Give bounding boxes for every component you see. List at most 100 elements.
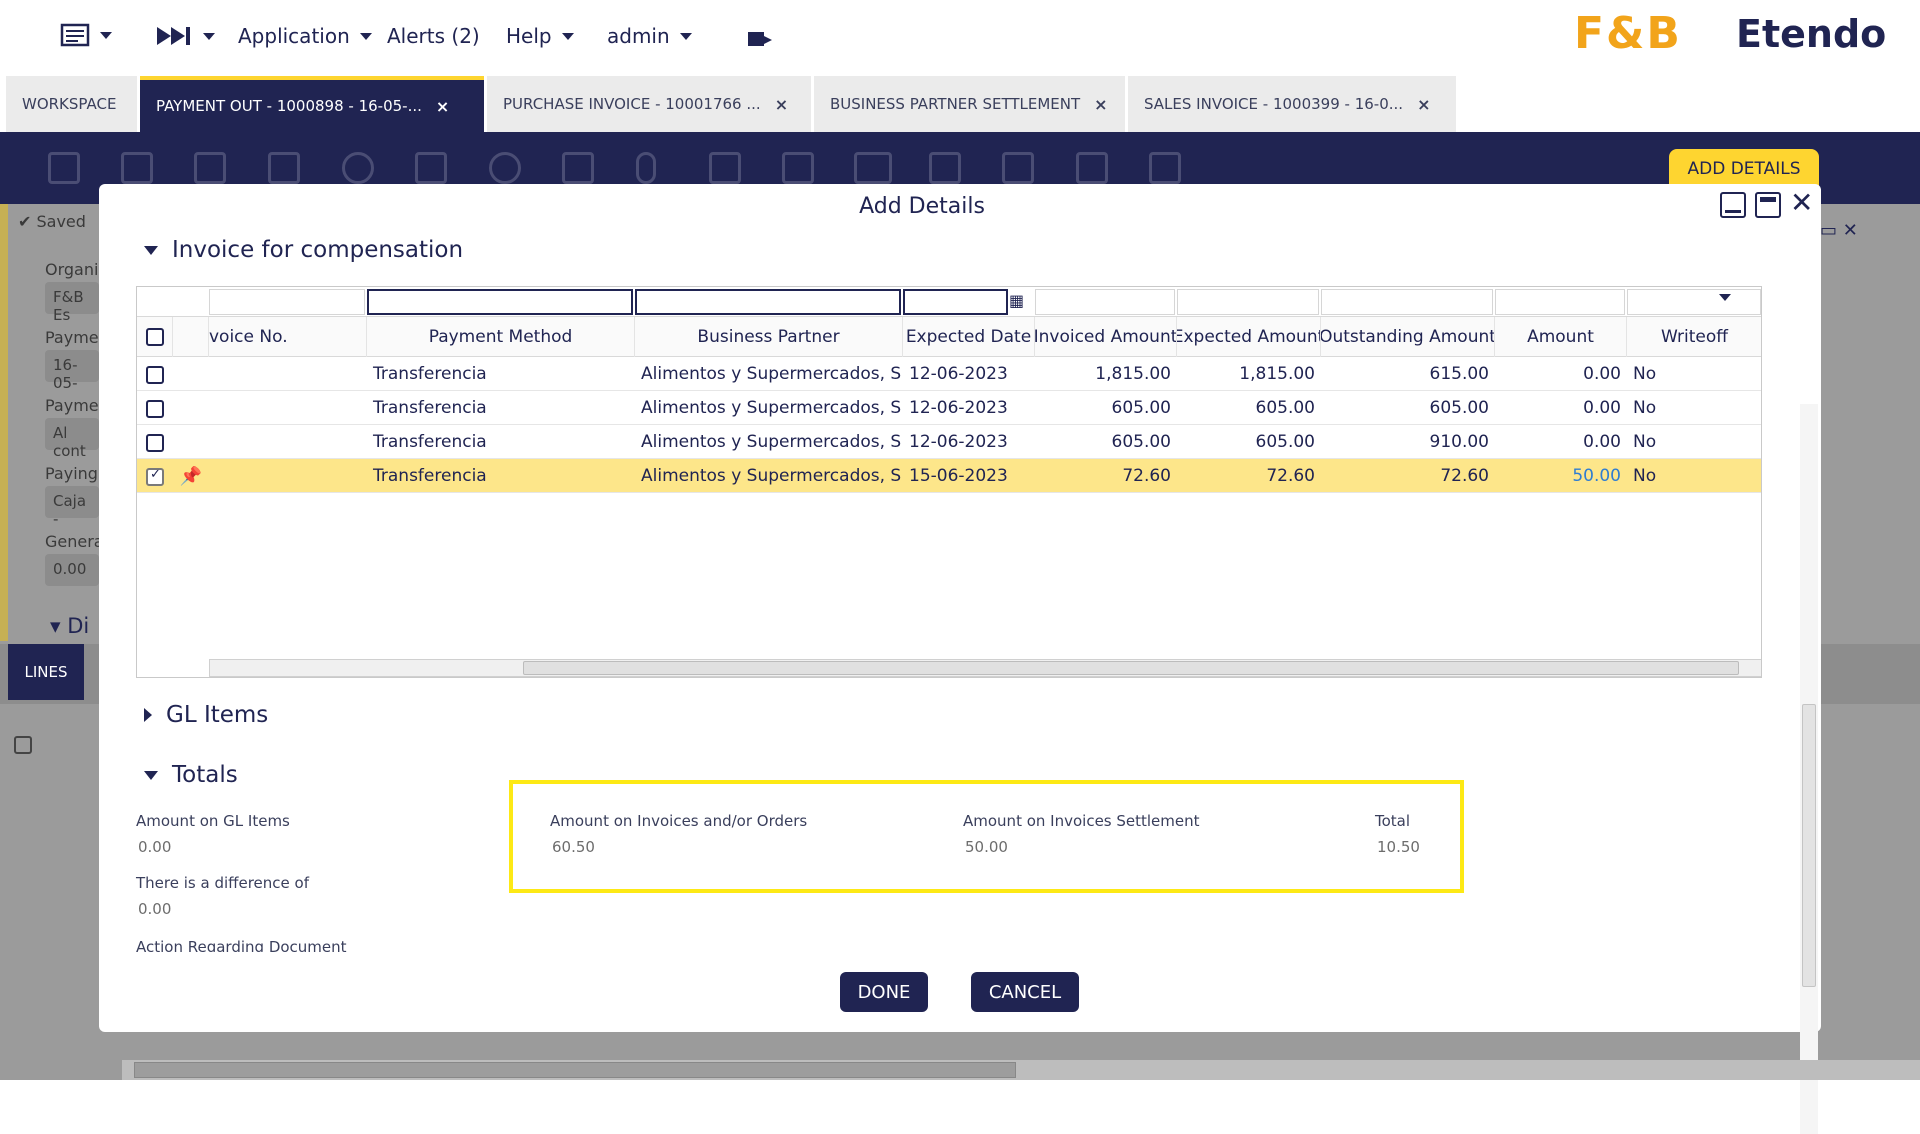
generated-credit-field[interactable]: 0.00 <box>45 554 99 586</box>
user-menu[interactable]: admin <box>607 24 692 48</box>
form-view-icon[interactable] <box>1076 152 1108 184</box>
lines-select-all-checkbox[interactable] <box>14 736 32 754</box>
undo-icon[interactable] <box>342 152 374 184</box>
column-header-invoiced-amount[interactable]: Invoiced Amount <box>1035 317 1177 357</box>
tab-sales-invoice[interactable]: SALES INVOICE - 1000399 - 16-0... × <box>1128 76 1456 132</box>
close-icon[interactable]: × <box>1417 95 1430 114</box>
calendar-icon[interactable]: ▦ <box>1009 291 1024 310</box>
filter-amount[interactable] <box>1495 289 1625 315</box>
grid-view-icon[interactable] <box>121 152 153 184</box>
amount-cell[interactable]: 0.00 <box>1495 391 1627 425</box>
alerts-link[interactable]: Alerts (2) <box>387 24 480 48</box>
tab-lines[interactable]: LINES <box>8 644 84 700</box>
payment-date-field[interactable]: 16-05- <box>45 350 99 392</box>
writeoff-cell[interactable]: No <box>1627 459 1761 493</box>
organization-field[interactable]: F&B Es <box>45 282 99 324</box>
recent-views-menu[interactable] <box>155 24 215 48</box>
export-icon[interactable] <box>562 152 594 184</box>
filter-invoice-no[interactable] <box>209 289 365 315</box>
save-close-icon[interactable] <box>268 152 300 184</box>
payment-method-field[interactable]: Al cont <box>45 418 99 460</box>
email-icon[interactable] <box>854 152 892 184</box>
filter-expected-amount[interactable] <box>1177 289 1319 315</box>
cancel-button[interactable]: CANCEL <box>971 972 1079 1012</box>
tab-business-partner-settlement[interactable]: BUSINESS PARTNER SETTLEMENT × <box>814 76 1125 132</box>
done-button[interactable]: DONE <box>840 972 928 1012</box>
filter-payment-method[interactable] <box>367 289 633 315</box>
close-icon[interactable]: × <box>775 95 788 114</box>
delete-icon[interactable] <box>415 152 447 184</box>
scrollbar-thumb[interactable] <box>523 661 1739 675</box>
refresh-icon[interactable] <box>489 152 521 184</box>
filter-business-partner[interactable] <box>635 289 901 315</box>
copy-icon[interactable] <box>709 152 741 184</box>
row-checkbox[interactable] <box>146 400 164 418</box>
organization-label: Organi <box>45 260 99 279</box>
logout-button[interactable] <box>746 28 774 50</box>
grid-horizontal-scrollbar[interactable] <box>209 659 1761 677</box>
table-row[interactable]: Transferencia Alimentos y Supermercados,… <box>137 391 1761 425</box>
attach-icon[interactable] <box>636 152 656 184</box>
filter-expected-date[interactable] <box>903 289 1008 315</box>
close-icon[interactable]: × <box>436 97 449 116</box>
gl-items-section[interactable]: GL Items <box>144 702 268 728</box>
select-all-checkbox[interactable] <box>145 328 164 346</box>
chevron-down-icon[interactable] <box>1719 294 1731 301</box>
scrollbar-thumb[interactable] <box>1802 704 1816 987</box>
outstanding-amount-cell: 910.00 <box>1429 432 1489 452</box>
column-header-expected-date[interactable]: Expected Date <box>903 317 1035 357</box>
table-row[interactable]: Transferencia Alimentos y Supermercados,… <box>137 425 1761 459</box>
column-header-writeoff[interactable]: Writeoff <box>1627 317 1761 357</box>
process-icon[interactable] <box>1002 152 1034 184</box>
tab-label: PAYMENT OUT - 1000898 - 16-05-... <box>156 97 422 115</box>
amount-cell[interactable]: 0.00 <box>1495 357 1627 391</box>
pin-icon[interactable]: 📌 <box>173 459 209 493</box>
filter-writeoff[interactable] <box>1627 289 1761 315</box>
pin-column-header <box>173 317 209 357</box>
bg-window-controls[interactable]: ▭ ✕ <box>1820 220 1858 241</box>
table-row[interactable]: Transferencia Alimentos y Supermercados,… <box>137 357 1761 391</box>
maximize-icon[interactable] <box>1755 192 1781 218</box>
new-document-icon[interactable] <box>48 152 80 184</box>
close-icon[interactable]: ✕ <box>1790 186 1813 219</box>
close-icon[interactable]: × <box>1094 95 1107 114</box>
application-menu[interactable]: Application <box>238 24 372 48</box>
help-menu[interactable]: Help <box>506 24 574 48</box>
print-icon[interactable] <box>782 152 814 184</box>
writeoff-cell[interactable]: No <box>1627 391 1761 425</box>
minimize-icon[interactable] <box>1720 192 1746 218</box>
dialog-vertical-scrollbar[interactable] <box>1800 404 1818 1134</box>
column-header-invoice-no[interactable]: voice No. <box>209 317 367 357</box>
tab-purchase-invoice[interactable]: PURCHASE INVOICE - 10001766 ... × <box>487 76 811 132</box>
invoice-for-compensation-section[interactable]: Invoice for compensation <box>144 237 463 263</box>
column-header-amount[interactable]: Amount <box>1495 317 1627 357</box>
scrollbar-thumb[interactable] <box>134 1062 1016 1078</box>
link-icon[interactable] <box>929 152 961 184</box>
column-header-expected-amount[interactable]: Expected Amount <box>1177 317 1321 357</box>
column-header-business-partner[interactable]: Business Partner <box>635 317 903 357</box>
writeoff-cell[interactable]: No <box>1627 357 1761 391</box>
filter-invoiced-amount[interactable] <box>1035 289 1175 315</box>
paying-from-field[interactable]: Caja - <box>45 486 99 528</box>
row-checkbox[interactable] <box>146 434 164 452</box>
writeoff-cell[interactable]: No <box>1627 425 1761 459</box>
amount-cell[interactable]: 50.00 <box>1495 459 1627 493</box>
tab-workspace[interactable]: WORKSPACE <box>6 76 137 132</box>
row-checkbox[interactable] <box>146 467 164 486</box>
add-details-button[interactable]: ADD DETAILS <box>1669 149 1819 189</box>
column-header-outstanding-amount[interactable]: Outstanding Amount <box>1321 317 1495 357</box>
filter-outstanding-amount[interactable] <box>1321 289 1493 315</box>
page-horizontal-scrollbar[interactable] <box>122 1060 1920 1080</box>
amount-cell[interactable]: 0.00 <box>1495 425 1627 459</box>
quick-launch-menu[interactable] <box>60 22 112 48</box>
tab-payment-out[interactable]: PAYMENT OUT - 1000898 - 16-05-... × <box>140 76 484 132</box>
totals-section[interactable]: Totals <box>144 762 238 788</box>
chevron-down-icon <box>561 32 574 40</box>
audit-icon[interactable] <box>1149 152 1181 184</box>
table-row-selected[interactable]: 📌 Transferencia Alimentos y Supermercado… <box>137 459 1761 493</box>
row-checkbox[interactable] <box>146 366 164 384</box>
save-icon[interactable] <box>194 152 226 184</box>
section-header[interactable]: ▾ Di <box>50 614 89 638</box>
column-header-payment-method[interactable]: Payment Method <box>367 317 635 357</box>
saved-label: Saved <box>36 212 86 231</box>
